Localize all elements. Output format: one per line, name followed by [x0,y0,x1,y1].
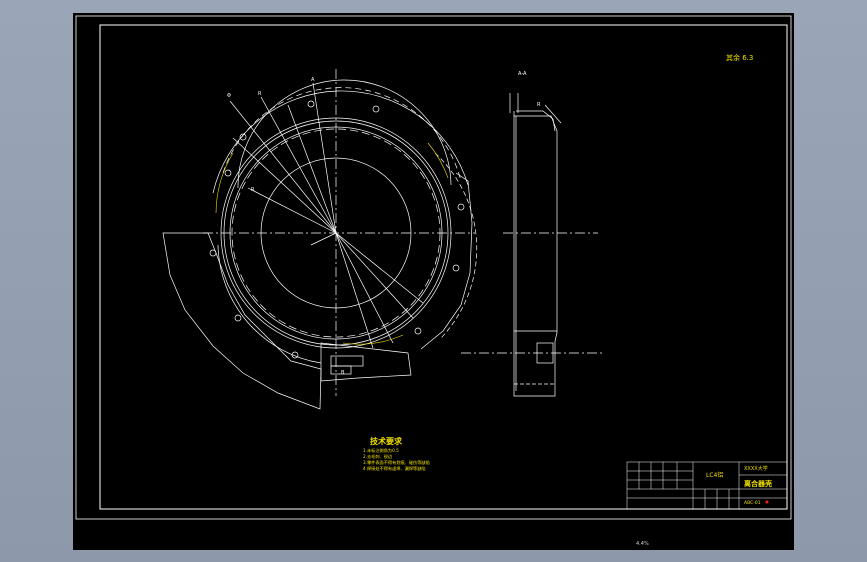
svg-text:Φ: Φ [227,93,231,99]
front-view [162,69,478,410]
tech-requirement-item: 4.焊接处不得有虚焊、漏焊等缺陷 [363,465,426,472]
highlight-arc [427,142,449,179]
svg-text:A-A: A-A [518,71,527,77]
flange-arc-outer [212,90,469,194]
bolt-hole [414,327,422,335]
leader-line [310,232,337,246]
lower-tab [320,342,412,382]
leader-line [232,137,337,234]
outer-border [75,15,792,520]
svg-text:R: R [258,91,262,97]
part-name-label: 离合器壳 [744,479,772,488]
tech-requirements: 技术要求 1.未标注倒角为0.5 2.去毛刺、锐边 3.零件表面不得有划痕、碰伤… [363,436,430,472]
tech-requirement-item: 1.未标注倒角为0.5 [363,447,399,454]
tech-requirements-title: 技术要求 [370,436,403,446]
tech-requirement-item: 3.零件表面不得有划痕、碰伤等缺陷 [363,459,430,466]
bottom-status-text: 4.4% [636,541,649,547]
bolt-hole [452,264,460,272]
company-label: XXXX大学 [744,465,768,472]
leader-line [335,232,414,319]
svg-text:A: A [311,77,315,83]
drawing-number-label: ABC-01 [744,500,761,506]
inner-border [99,24,788,510]
bolt-hole [234,314,242,322]
svg-text:R: R [251,187,255,193]
material-label: LC4铝 [706,471,723,479]
flange-right-edge [420,172,473,350]
svg-text:B: B [341,370,345,376]
bolt-hole [224,169,232,177]
cad-drawing: A Φ R R A-A R B 其余 6.3 技术要求 1.未标注倒角为0.5 … [75,15,792,520]
leader-line [335,232,394,344]
drawing-sheet: A Φ R R A-A R B 其余 6.3 技术要求 1.未标注倒角为0.5 … [73,13,794,550]
side-view [461,93,603,397]
bolt-hole [307,100,315,108]
svg-text:R: R [537,102,541,108]
side-profile-top [516,110,556,132]
flange-inner-edge [217,244,322,364]
bolt-hole [372,105,380,113]
leader-line [287,104,337,234]
flange-section-lower-left [162,232,322,410]
bolt-circle-arc [222,87,462,182]
tech-requirement-item: 2.去毛刺、锐边 [363,453,393,460]
leader-line [260,96,337,234]
roughness-note: 其余 6.3 [726,53,753,62]
bolt-hole [457,203,465,211]
highlight-arc [342,334,404,345]
bolt-hole [209,249,217,257]
leader-line [335,232,374,349]
red-marker [765,500,769,504]
